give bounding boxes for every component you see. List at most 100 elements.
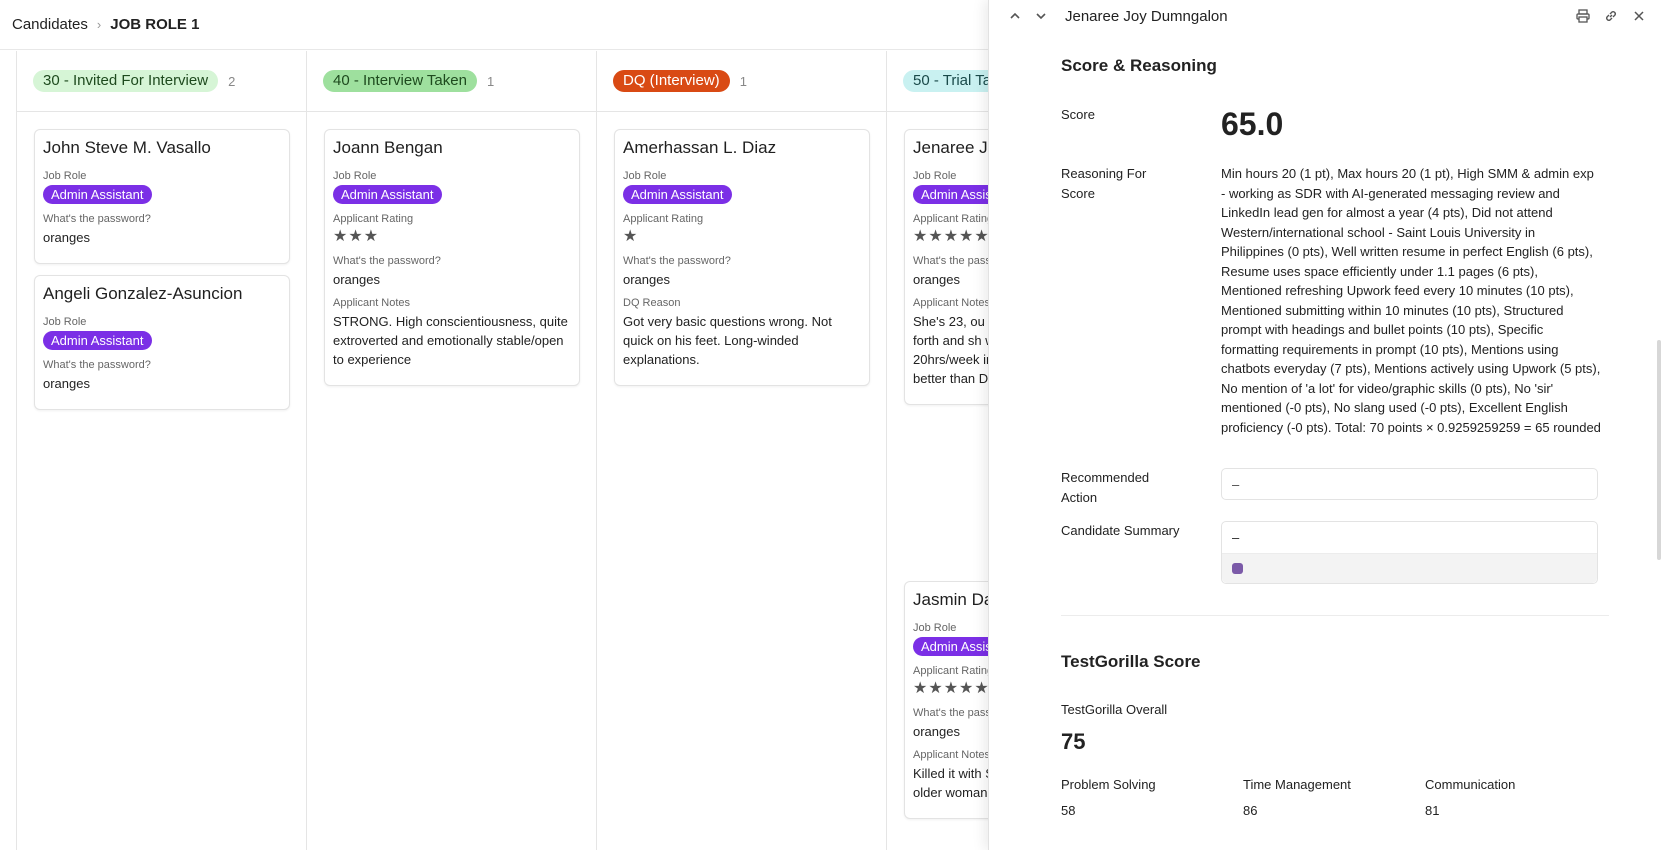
- field-label: Job Role: [623, 170, 667, 182]
- reasoning-label: Reasoning For Score: [1061, 166, 1147, 201]
- candidate-card[interactable]: Angeli Gonzalez-Asuncion Job Role Admin As…: [34, 275, 290, 410]
- metric-problem-solving-label: Problem Solving: [1061, 777, 1156, 792]
- star-rating: ★★★★★: [913, 680, 990, 697]
- field-label: Applicant Rating: [333, 213, 414, 225]
- ai-assist-icon[interactable]: [1232, 563, 1243, 575]
- metric-time-management-value: 86: [1243, 803, 1258, 818]
- field-label: Applicant Notes: [333, 297, 411, 309]
- field-label: What's the password?: [913, 707, 990, 719]
- candidate-summary-label: Candidate Summary: [1061, 523, 1180, 538]
- field-value: STRONG. High conscientiousness, quite ex…: [333, 314, 568, 367]
- stage-pill[interactable]: 50 - Trial Task: [903, 70, 990, 92]
- top-bar: Candidates › JOB ROLE 1: [0, 0, 990, 50]
- job-role-tag: Admin Assistant: [623, 185, 732, 204]
- kanban-column: DQ (Interview) 1 Amerhassan L. Diaz Job Rol…: [597, 51, 887, 850]
- column-count: 2: [228, 73, 236, 89]
- metric-communication-label: Communication: [1425, 777, 1516, 792]
- candidate-name: Angeli Gonzalez-Asuncion: [43, 284, 243, 303]
- section-title-testgorilla: TestGorilla Score: [1061, 652, 1201, 671]
- chevron-up-icon[interactable]: [1005, 6, 1025, 26]
- field-label: Applicant Rating: [623, 213, 704, 225]
- kanban-column: 50 - Trial Task Jenaree Joy Dumngalon Job …: [887, 51, 990, 850]
- field-value: Got very basic questions wrong. Not quic…: [623, 314, 832, 367]
- field-label: Applicant Notes: [913, 297, 990, 309]
- panel-scrollbar[interactable]: [1657, 340, 1661, 560]
- candidate-card[interactable]: Amerhassan L. Diaz Job Role Admin Assistan…: [614, 129, 870, 386]
- close-icon[interactable]: [1629, 6, 1649, 26]
- record-detail-panel: Jenaree Joy Dumngalon Score & Reasoning …: [988, 0, 1663, 850]
- candidate-summary-field[interactable]: –: [1221, 521, 1598, 584]
- candidate-card[interactable]: Joann Bengan Job Role Admin Assistant Appli…: [324, 129, 580, 386]
- reasoning-text: Min hours 20 (1 pt), Max hours 20 (1 pt)…: [1221, 166, 1601, 435]
- field-label: DQ Reason: [623, 297, 681, 309]
- candidate-name: Jasmin Da: [913, 590, 990, 609]
- field-value: oranges: [43, 230, 90, 245]
- metric-time-management-label: Time Management: [1243, 777, 1351, 792]
- field-value: oranges: [333, 272, 380, 287]
- candidate-card[interactable]: Jasmin Da Job Role Admin Assistant Applican…: [904, 581, 990, 819]
- job-role-tag: Admin Assistant: [333, 185, 442, 204]
- column-count: 1: [486, 73, 495, 89]
- field-value: oranges: [43, 376, 90, 391]
- link-icon[interactable]: [1601, 6, 1621, 26]
- field-value: oranges: [623, 272, 670, 287]
- recommended-action-label: Recommended Action: [1061, 470, 1150, 505]
- candidate-name: Amerhassan L. Diaz: [623, 138, 777, 157]
- candidate-card[interactable]: John Steve M. Vasallo Job Role Admin Assis…: [34, 129, 290, 264]
- kanban-board: 30 - Invited For Interview 2 John Steve M.…: [0, 51, 990, 850]
- field-label: Job Role: [913, 170, 957, 182]
- candidate-name: Joann Bengan: [333, 138, 443, 157]
- stage-pill[interactable]: 40 - Interview Taken: [323, 70, 477, 92]
- column-header: 30 - Invited For Interview 2: [17, 51, 306, 112]
- field-value: oranges: [913, 724, 960, 739]
- field-label: Applicant Rating: [913, 213, 990, 225]
- column-count: 1: [739, 73, 747, 89]
- tg-overall-label: TestGorilla Overall: [1061, 702, 1168, 717]
- metric-problem-solving-value: 58: [1061, 803, 1076, 818]
- kanban-column: 40 - Interview Taken 1 Joann Bengan Job Rol…: [307, 51, 597, 850]
- section-title-score-reasoning: Score & Reasoning: [1061, 56, 1217, 75]
- job-role-tag: Admin Assistant: [913, 185, 990, 204]
- score-value: 65.0: [1221, 106, 1284, 142]
- job-role-tag: Admin Assistant: [43, 331, 152, 350]
- field-label: Job Role: [43, 316, 87, 328]
- column-header: DQ (Interview) 1: [597, 51, 886, 112]
- field-label: Applicant Rating: [913, 665, 990, 677]
- breadcrumb-root[interactable]: Candidates: [12, 16, 88, 33]
- stage-pill[interactable]: 30 - Invited For Interview: [33, 70, 219, 92]
- field-label: What's the password?: [913, 255, 990, 267]
- print-icon[interactable]: [1573, 6, 1593, 26]
- chevron-down-icon[interactable]: [1031, 6, 1051, 26]
- breadcrumb-current: JOB ROLE 1: [110, 16, 200, 33]
- stage-pill[interactable]: DQ (Interview): [613, 70, 730, 92]
- job-role-tag: Admin Assistant: [43, 185, 152, 204]
- panel-title: Jenaree Joy Dumngalon: [1065, 7, 1228, 25]
- column-header: 50 - Trial Task: [887, 51, 990, 112]
- star-rating: ★★★: [333, 228, 380, 245]
- field-label: What's the password?: [43, 359, 151, 371]
- field-label: What's the password?: [623, 255, 731, 267]
- kanban-column: 30 - Invited For Interview 2 John Steve M.…: [17, 51, 307, 850]
- field-value: oranges: [913, 272, 960, 287]
- star-rating: ★★★★★: [913, 228, 990, 245]
- candidate-card[interactable]: Jenaree Joy Dumngalon Job Role Admin Assis…: [904, 129, 990, 405]
- candidate-name: Jenaree Joy Dumngalon: [913, 138, 990, 157]
- section-divider: [1061, 615, 1609, 616]
- field-value: She's 23, ou very bright. clients. Ther …: [913, 314, 990, 386]
- recommended-action-field[interactable]: –: [1221, 468, 1598, 500]
- field-value: Killed it with Showed initi great job. S…: [913, 766, 990, 800]
- field-label: What's the password?: [43, 213, 151, 225]
- tg-overall-value: 75: [1061, 729, 1086, 754]
- panel-header: Jenaree Joy Dumngalon: [989, 0, 1663, 32]
- summary-toolbar: [1222, 554, 1597, 583]
- chevron-right-icon: ›: [96, 17, 102, 32]
- metric-communication-value: 81: [1425, 803, 1440, 818]
- star-rating: ★: [623, 228, 639, 245]
- job-role-tag: Admin Assistant: [913, 637, 990, 656]
- field-label: Applicant Notes: [913, 749, 990, 761]
- column-header: 40 - Interview Taken 1: [307, 51, 596, 112]
- candidate-summary-value: –: [1222, 522, 1597, 554]
- panel-actions: [1573, 6, 1649, 26]
- score-label: Score: [1061, 107, 1095, 122]
- field-label: Job Role: [43, 170, 87, 182]
